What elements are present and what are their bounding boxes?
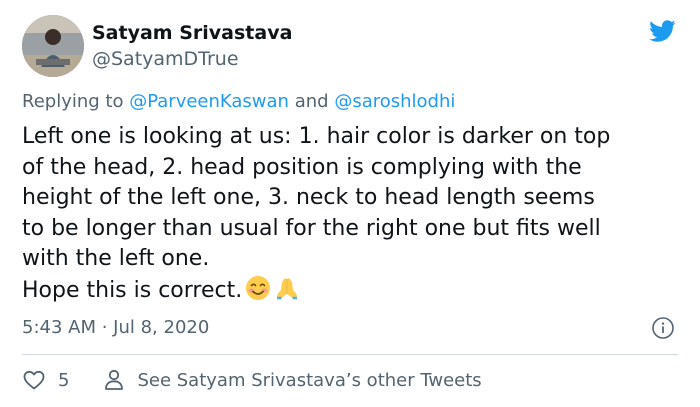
replying-prefix: Replying to [22, 91, 124, 112]
twitter-bird-icon[interactable] [645, 17, 679, 45]
mention-link-2[interactable]: @saroshlodhi [334, 91, 455, 112]
like-count: 5 [58, 369, 70, 391]
folded-hands-emoji-icon [277, 277, 298, 299]
tweet-line: height of the left one, 3. neck to head … [22, 185, 595, 210]
info-icon[interactable] [651, 316, 675, 340]
avatar[interactable] [22, 15, 84, 77]
author-handle[interactable]: @SatyamDTrue [92, 48, 239, 70]
tweet-timestamp[interactable]: 5:43 AM · Jul 8, 2020 [22, 317, 209, 338]
tweet-actions: 5 See Satyam Srivastava’s other Tweets [22, 367, 482, 393]
replying-joiner: and [294, 91, 329, 112]
other-tweets-label: See Satyam Srivastava’s other Tweets [137, 369, 482, 391]
tweet-line: to be longer than usual for the right on… [22, 215, 601, 241]
tweet-line: with the left one. [22, 246, 210, 271]
tweet-line: of the head, 2. head position is complyi… [22, 154, 582, 180]
tweet-line: Hope this is correct. [22, 277, 243, 303]
author-name[interactable]: Satyam Srivastava [92, 22, 292, 44]
tweet-last-line: Hope this is correct. [22, 275, 682, 307]
mention-link-1[interactable]: @ParveenKaswan [129, 91, 289, 112]
replying-to: Replying to @ParveenKaswan and @saroshlo… [22, 91, 455, 112]
avatar-image [22, 15, 84, 77]
like-button[interactable]: 5 [22, 368, 69, 392]
tweet-text: Left one is looking at us: 1. hair color… [22, 122, 682, 306]
other-tweets-link[interactable]: See Satyam Srivastava’s other Tweets [103, 368, 482, 392]
heart-icon [23, 370, 45, 390]
smiling-face-emoji-icon [246, 275, 271, 300]
divider [22, 354, 678, 355]
tweet-line: Left one is looking at us: 1. hair color… [22, 124, 611, 149]
person-icon [105, 369, 124, 390]
tweet-card: Satyam Srivastava @SatyamDTrue Replying … [0, 0, 700, 407]
